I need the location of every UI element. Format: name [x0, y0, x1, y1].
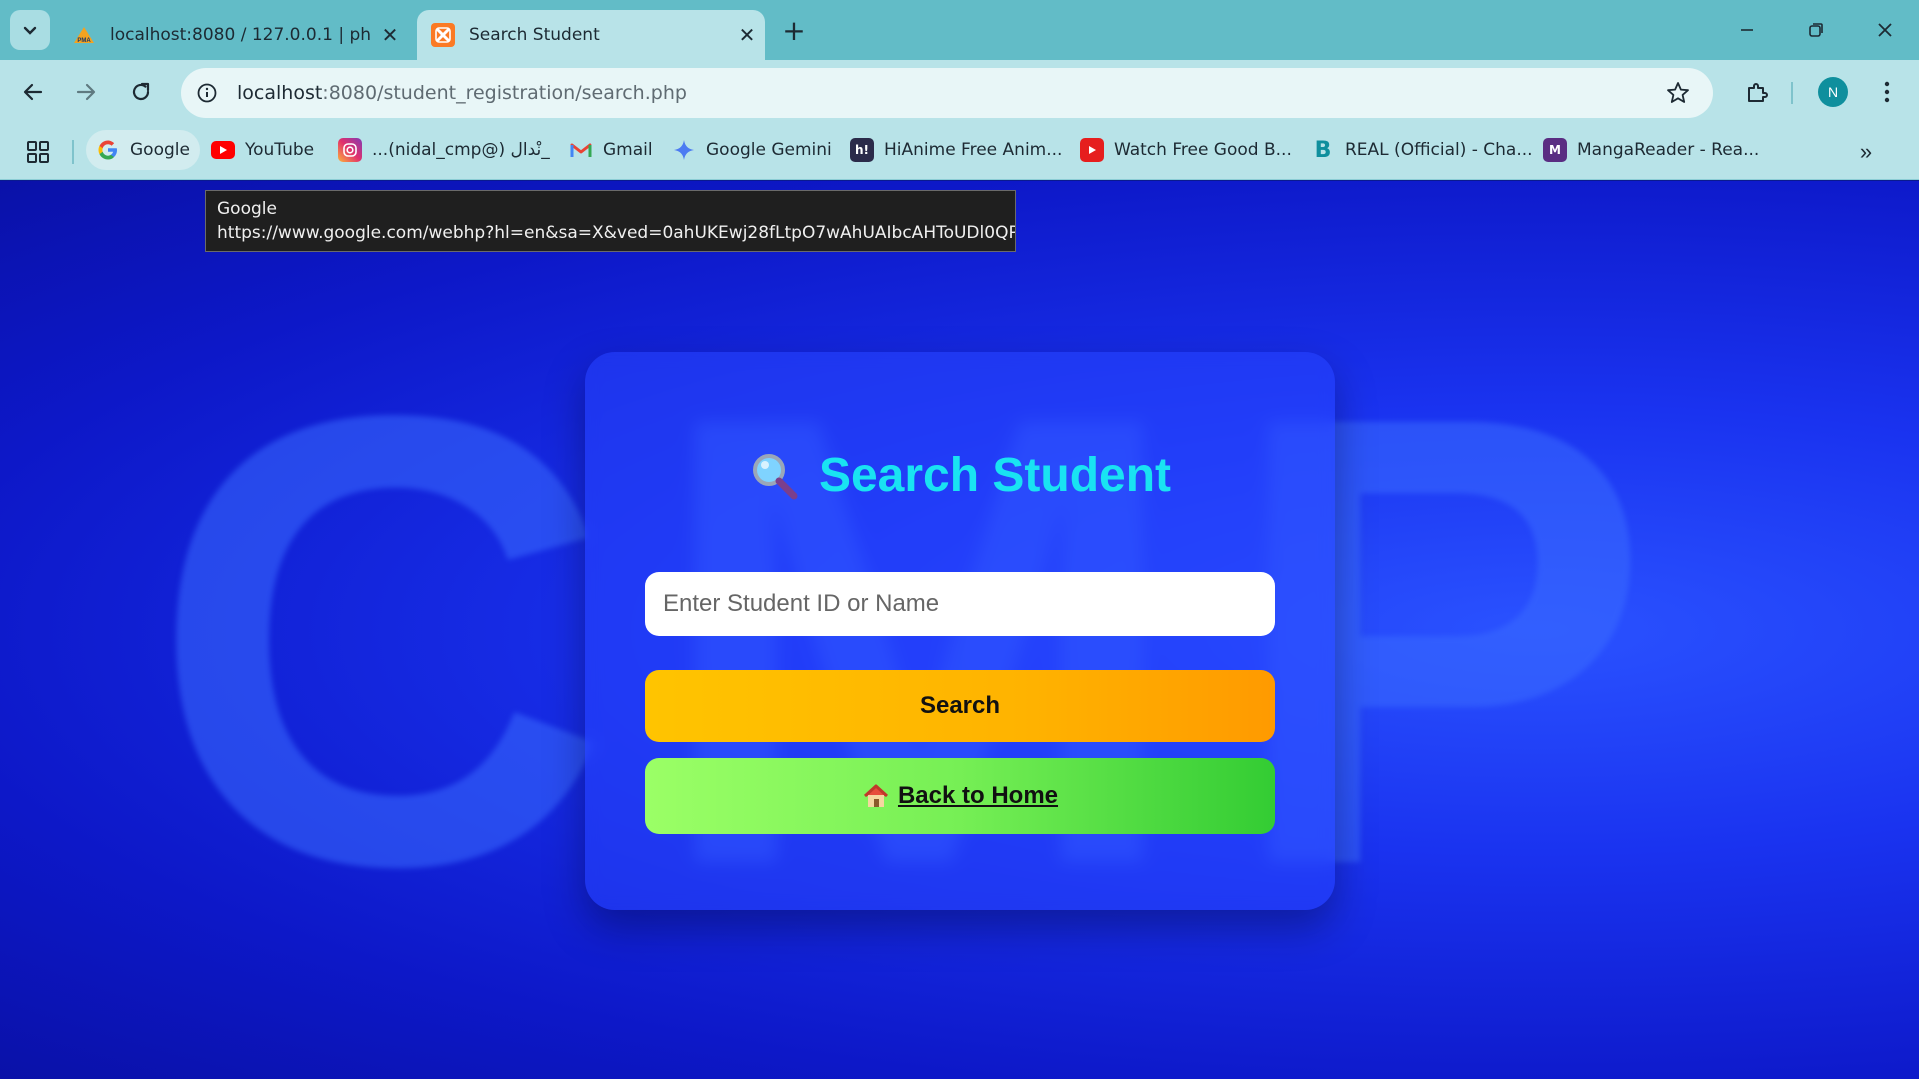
bookmarks-divider [72, 140, 74, 164]
back-to-home-label: Back to Home [897, 782, 1059, 809]
browser-toolbar: localhost:8080/student_registration/sear… [0, 60, 1919, 122]
bookmark-google[interactable]: Google [86, 130, 200, 170]
reload-icon [132, 82, 150, 101]
minimize-button[interactable] [1722, 10, 1772, 50]
bookmark-mangareader[interactable]: M MangaReader - Rea... [1543, 130, 1759, 170]
bookmark-label: Google [130, 140, 190, 160]
xampp-icon [431, 23, 455, 47]
bookmark-label: MangaReader - Rea... [1577, 140, 1760, 160]
address-bar[interactable]: localhost:8080/student_registration/sear… [181, 68, 1713, 118]
youtube-icon [211, 141, 235, 159]
bookmark-gemini[interactable]: Google Gemini [672, 130, 832, 170]
bookmark-instagram[interactable]: ...(nidal_cmp@) نْدال_ [338, 130, 550, 170]
tab-search-button[interactable] [10, 10, 50, 50]
apps-grid-icon[interactable] [24, 138, 52, 166]
back-to-home-button[interactable]: Back to Home [645, 758, 1275, 834]
chevron-down-icon [23, 26, 37, 35]
bookmark-label: Google Gemini [706, 140, 832, 160]
forward-arrow-icon [76, 83, 96, 101]
tab-title: localhost:8080 / 127.0.0.1 | php [110, 25, 372, 45]
bookmark-real-official[interactable]: B REAL (Official) - Cha... [1311, 130, 1533, 170]
toolbar-divider [1791, 82, 1793, 104]
phpmyadmin-icon: PMA [72, 23, 96, 47]
new-tab-button[interactable]: + [776, 12, 812, 48]
close-window-button[interactable] [1860, 10, 1910, 50]
forward-button[interactable] [68, 74, 104, 110]
tab-search-student[interactable]: Search Student ✕ [417, 10, 765, 60]
bookmark-youtube[interactable]: YouTube [211, 130, 314, 170]
gemini-icon [672, 138, 696, 162]
kebab-menu-icon [1884, 81, 1890, 103]
bookmark-hianime[interactable]: h! HiAnime Free Anim... [850, 130, 1062, 170]
magnifying-glass-icon [752, 453, 798, 499]
google-icon [96, 138, 120, 162]
back-arrow-icon [23, 83, 43, 101]
url-text: localhost:8080/student_registration/sear… [237, 82, 687, 104]
house-icon [863, 784, 888, 807]
svg-text:PMA: PMA [77, 38, 91, 44]
browser-menu-button[interactable] [1872, 74, 1902, 110]
search-button[interactable]: Search [645, 670, 1275, 742]
hianime-icon: h! [850, 138, 874, 162]
page-title: Search Student [585, 448, 1335, 503]
chevron-double-right-icon[interactable]: » [1852, 138, 1880, 166]
url-host: localhost [237, 82, 323, 104]
bookmark-label: HiAnime Free Anim... [884, 140, 1063, 160]
tab-title: Search Student [469, 25, 600, 45]
bookmark-label: REAL (Official) - Cha... [1345, 140, 1533, 160]
bookmark-gmail[interactable]: Gmail [569, 130, 653, 170]
student-search-input[interactable] [645, 572, 1275, 636]
mangareader-icon: M [1543, 138, 1567, 162]
bookmark-tooltip: Google https://www.google.com/webhp?hl=e… [205, 190, 1016, 252]
restore-button[interactable] [1791, 10, 1841, 50]
play-icon [1080, 138, 1104, 162]
page-title-text: Search Student [818, 449, 1172, 502]
bookmark-watch-free[interactable]: Watch Free Good B... [1080, 130, 1292, 170]
extensions-button[interactable] [1739, 74, 1775, 110]
close-icon[interactable]: ✕ [729, 23, 765, 47]
close-icon[interactable]: ✕ [372, 23, 408, 47]
restore-icon [1809, 23, 1823, 37]
minimize-icon [1741, 29, 1753, 31]
tooltip-title: Google [217, 199, 277, 219]
bookmark-label: Watch Free Good B... [1114, 140, 1292, 160]
bookmark-label: ...(nidal_cmp@) نْدال_ [372, 140, 550, 160]
tooltip-url: https://www.google.com/webhp?hl=en&sa=X&… [217, 223, 1016, 243]
tab-phpmyadmin[interactable]: PMA localhost:8080 / 127.0.0.1 | php ✕ [58, 10, 408, 60]
site-info-icon[interactable] [191, 77, 223, 109]
puzzle-icon [1748, 83, 1768, 102]
bookmark-label: Gmail [603, 140, 653, 160]
page-content: CMP Search Student Search Back to Home [0, 181, 1919, 1079]
bookmark-star-icon[interactable] [1665, 80, 1691, 106]
reload-button[interactable] [123, 74, 159, 110]
bookmark-label: YouTube [245, 140, 315, 160]
b-icon: B [1314, 137, 1332, 163]
profile-avatar[interactable]: N [1818, 77, 1848, 107]
tab-bar: PMA localhost:8080 / 127.0.0.1 | php ✕ S… [0, 0, 1919, 60]
instagram-icon [338, 138, 362, 162]
gmail-icon [569, 138, 593, 162]
url-path: :8080/student_registration/search.php [322, 82, 687, 104]
search-card: Search Student Search Back to Home [585, 352, 1335, 910]
back-button[interactable] [15, 74, 51, 110]
bookmarks-bar: Google YouTube ...(nidal_cmp@) نْدال_ Gm… [0, 122, 1919, 180]
close-icon [1878, 23, 1892, 37]
